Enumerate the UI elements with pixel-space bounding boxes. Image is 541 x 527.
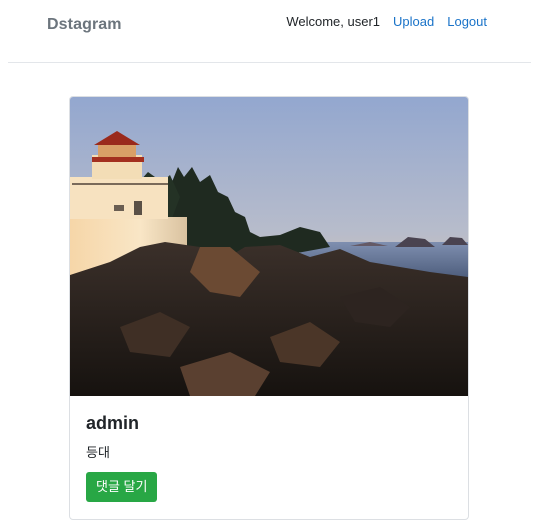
add-comment-button[interactable]: 댓글 달기 xyxy=(86,472,158,502)
post-card: admin 등대 댓글 달기 xyxy=(69,96,469,520)
upload-link[interactable]: Upload xyxy=(393,14,434,29)
post-author: admin xyxy=(86,413,140,433)
logout-link[interactable]: Logout xyxy=(447,14,487,29)
welcome-text: Welcome, user1 xyxy=(286,14,381,29)
brand-logo-link[interactable]: Dstagram xyxy=(47,16,122,34)
post-caption: 등대 xyxy=(86,445,110,460)
top-navbar: Dstagram Welcome, user1 Upload Logout xyxy=(8,0,531,63)
post-image-lighthouse xyxy=(70,97,468,396)
navbar-right-group: Welcome, user1 Upload Logout xyxy=(286,14,487,29)
